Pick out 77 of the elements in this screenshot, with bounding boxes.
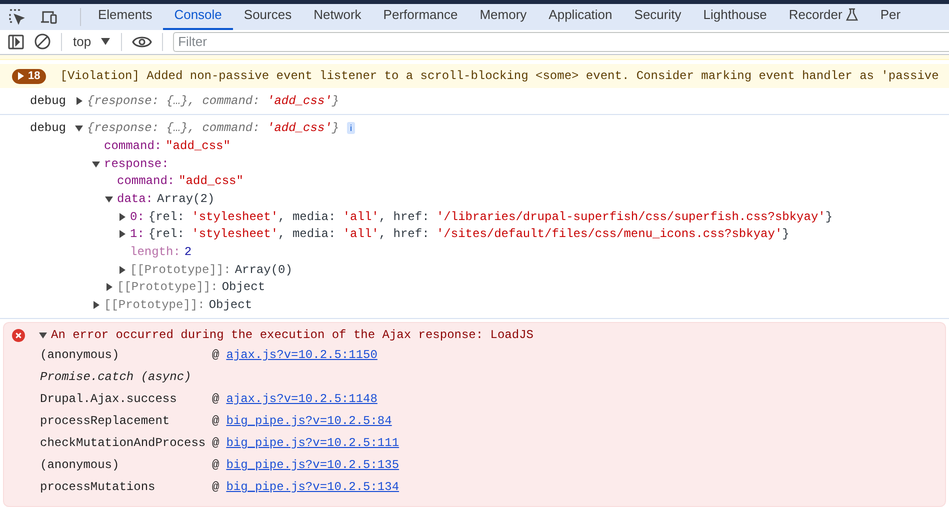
collapsed-triangle-icon[interactable]	[105, 283, 113, 292]
object-preview: {response: {…}, command: 'add_css'}	[87, 93, 340, 110]
panel-tab[interactable]: Memory	[468, 4, 538, 30]
property-key: command:	[104, 136, 162, 155]
property-value: Array(2)	[157, 191, 215, 208]
source-link[interactable]: big_pipe.js?v=10.2.5:134	[226, 478, 400, 496]
eye-icon[interactable]	[132, 34, 152, 49]
panel-tab[interactable]: Per	[869, 4, 912, 30]
expanded-triangle-icon[interactable]	[92, 160, 100, 168]
at-sign: @	[212, 347, 220, 364]
panel-tab[interactable]: Network	[302, 4, 372, 30]
panel-tab[interactable]: Performance	[372, 4, 469, 30]
source-link[interactable]: big_pipe.js?v=10.2.5:111	[226, 434, 400, 452]
at-sign: @	[212, 457, 220, 474]
stack-function-name: Promise.catch (async)	[40, 369, 192, 386]
stack-function-name: (anonymous)	[40, 457, 120, 474]
repeat-count-badge[interactable]: 18	[12, 68, 46, 84]
panel-tab[interactable]: Application	[538, 4, 624, 30]
property-value: "add_css"	[178, 173, 244, 190]
property-key: command:	[117, 172, 175, 190]
object-preview: {response: {…}, command: 'add_css'}	[87, 120, 340, 138]
info-badge[interactable]: i	[347, 122, 356, 134]
property-value: Object	[208, 297, 252, 314]
property-key: data:	[117, 190, 154, 208]
property-key: [[Prototype]]:	[104, 296, 205, 314]
at-sign: @	[212, 435, 220, 452]
dropdown-caret-icon	[101, 38, 110, 46]
at-sign: @	[212, 479, 220, 496]
violation-text: [Violation] Added non-passive event listener to a scroll-blocking <some> event. Consider marking event handler as 'passive	[60, 68, 939, 86]
collapsed-triangle-icon[interactable]	[92, 301, 100, 310]
panel-tab[interactable]: Lighthouse	[692, 4, 778, 30]
collapsed-triangle-icon[interactable]	[118, 230, 126, 238]
property-key: 0:	[130, 208, 144, 226]
collapsed-triangle-icon[interactable]	[118, 212, 126, 221]
object-preview: {rel: 'stylesheet', media: 'all', href: '/libraries/drupal-superfish/css/superfish.css?sbkyay'}	[148, 208, 833, 226]
expanded-triangle-icon[interactable]	[105, 195, 113, 204]
log-label: debug	[30, 120, 67, 138]
expand-triangle-icon	[18, 72, 24, 80]
stack-function-name: processMutations	[40, 479, 156, 496]
property-key: 1:	[130, 225, 144, 244]
collapsed-triangle-icon[interactable]	[75, 97, 83, 106]
at-sign: @	[212, 413, 220, 430]
inspect-element-icon[interactable]	[8, 8, 26, 26]
device-toolbar-icon[interactable]	[40, 8, 58, 25]
filter-field[interactable]: Filter	[173, 32, 949, 52]
stack-function-name: processReplacement	[40, 413, 171, 430]
panel-tab[interactable]: Sources	[232, 4, 303, 30]
property-key: [[Prototype]]:	[117, 278, 218, 296]
log-label: debug	[30, 93, 67, 110]
expanded-triangle-icon[interactable]	[75, 124, 83, 132]
context-dropdown[interactable]: top	[72, 32, 112, 52]
stack-function-name: (anonymous)	[40, 347, 120, 364]
panel-tab[interactable]: Console	[163, 4, 233, 30]
property-key: [[Prototype]]:	[130, 260, 231, 279]
error-icon	[12, 328, 25, 342]
clear-console-icon[interactable]	[34, 33, 51, 50]
property-value: "add_css"	[166, 138, 230, 155]
collapsed-triangle-icon[interactable]	[118, 266, 126, 274]
sidebar-toggle-icon[interactable]	[8, 34, 24, 50]
panel-tab[interactable]: Elements	[87, 4, 164, 30]
source-link[interactable]: ajax.js?v=10.2.5:1148	[226, 390, 378, 408]
property-value: Object	[222, 279, 266, 296]
at-sign: @	[212, 391, 220, 408]
property-value: 2	[184, 244, 192, 262]
panel-tab[interactable]: Recorder	[778, 4, 870, 30]
expanded-triangle-icon[interactable]	[39, 331, 47, 339]
property-value: Array(0)	[234, 262, 292, 279]
stack-function-name: checkMutationAndProcess	[40, 435, 207, 452]
object-preview: {rel: 'stylesheet', media: 'all', href: '/sites/default/files/css/menu_icons.css?sbkyay'}	[148, 226, 790, 244]
property-key: length:	[130, 243, 180, 262]
source-link[interactable]: big_pipe.js?v=10.2.5:84	[226, 412, 392, 430]
property-key: response:	[104, 154, 169, 173]
panel-tab[interactable]: Security	[623, 4, 692, 30]
stack-function-name: Drupal.Ajax.success	[40, 391, 178, 408]
error-text: An error occurred during the execution of the Ajax response: LoadJS	[51, 327, 534, 344]
source-link[interactable]: big_pipe.js?v=10.2.5:135	[226, 456, 400, 474]
source-link[interactable]: ajax.js?v=10.2.5:1150	[226, 346, 378, 364]
